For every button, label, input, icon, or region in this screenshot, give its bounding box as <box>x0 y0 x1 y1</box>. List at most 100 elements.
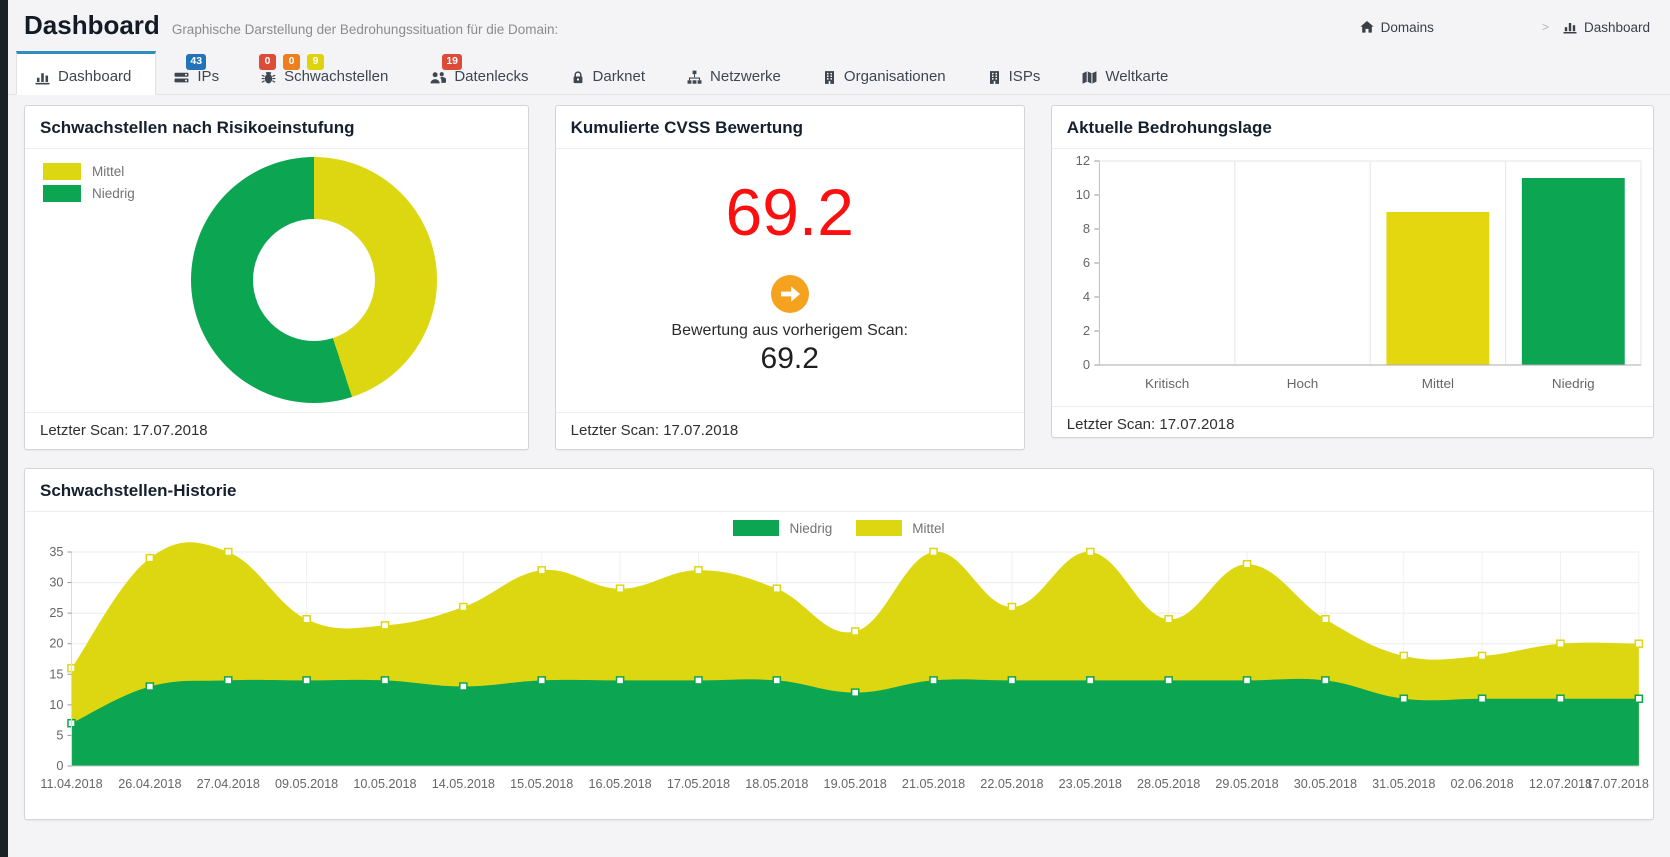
page-subtitle: Graphische Darstellung der Bedrohungssit… <box>172 22 558 37</box>
tab-label: Weltkarte <box>1105 68 1168 85</box>
svg-text:18.05.2018: 18.05.2018 <box>745 777 808 791</box>
svg-text:29.05.2018: 29.05.2018 <box>1215 777 1278 791</box>
svg-text:10.05.2018: 10.05.2018 <box>353 777 416 791</box>
svg-text:0: 0 <box>1083 357 1090 372</box>
legend-swatch-mittel <box>43 163 81 180</box>
building-icon <box>988 70 1001 85</box>
threat-bar-chart: 024681012KritischHochMittelNiedrig <box>1060 153 1647 401</box>
legend-swatch-niedrig <box>733 520 779 536</box>
svg-text:30: 30 <box>49 576 63 590</box>
card-history: Schwachstellen-Historie Niedrig Mittel 0… <box>24 468 1654 820</box>
tab-schwachstellen[interactable]: 0 0 9 Schwachstellen <box>243 51 412 94</box>
svg-text:27.04.2018: 27.04.2018 <box>197 777 260 791</box>
bug-icon <box>261 70 276 85</box>
previous-scan-score: 69.2 <box>761 342 819 376</box>
ips-count-badge: 43 <box>186 54 206 70</box>
cvss-score: 69.2 <box>725 179 853 245</box>
home-icon <box>1360 20 1374 34</box>
tab-label: Datenlecks <box>454 68 528 85</box>
history-legend: Niedrig Mittel <box>25 516 1653 540</box>
svg-text:Niedrig: Niedrig <box>1552 376 1595 391</box>
svg-text:16.05.2018: 16.05.2018 <box>588 777 651 791</box>
tab-label: Netzwerke <box>710 68 781 85</box>
svg-text:31.05.2018: 31.05.2018 <box>1372 777 1435 791</box>
tab-darknet[interactable]: Darknet <box>553 51 670 94</box>
tab-label: Organisationen <box>844 68 946 85</box>
tab-datenlecks[interactable]: 19 Datenlecks <box>412 51 552 94</box>
svg-text:2: 2 <box>1083 323 1090 338</box>
legend-item-niedrig[interactable]: Niedrig <box>733 520 832 536</box>
svg-text:10: 10 <box>1075 187 1089 202</box>
svg-text:25: 25 <box>49 606 63 620</box>
card-title: Schwachstellen nach Risikoeinstufung <box>25 106 528 149</box>
tab-ips[interactable]: 43 IPs <box>156 51 243 94</box>
collapsed-sidebar <box>0 0 8 857</box>
tab-dashboard[interactable]: Dashboard <box>16 51 156 95</box>
server-icon <box>174 70 189 85</box>
svg-text:Kritisch: Kritisch <box>1145 376 1189 391</box>
svg-text:30.05.2018: 30.05.2018 <box>1294 777 1357 791</box>
svg-text:14.05.2018: 14.05.2018 <box>432 777 495 791</box>
legend-item-mittel[interactable]: Mittel <box>856 520 944 536</box>
svg-text:12.07.2018: 12.07.2018 <box>1529 777 1592 791</box>
svg-text:0: 0 <box>56 759 63 773</box>
svg-text:02.06.2018: 02.06.2018 <box>1450 777 1513 791</box>
svg-text:5: 5 <box>56 728 63 742</box>
breadcrumb: Domains > Dashboard <box>1360 20 1650 35</box>
leaks-count-badge: 19 <box>442 54 462 70</box>
map-icon <box>1082 70 1097 85</box>
svg-text:8: 8 <box>1083 221 1090 236</box>
svg-text:09.05.2018: 09.05.2018 <box>275 777 338 791</box>
svg-text:17.05.2018: 17.05.2018 <box>667 777 730 791</box>
last-scan-text: Letzter Scan: 17.07.2018 <box>556 412 1024 449</box>
bar-chart-icon <box>35 70 50 85</box>
card-threat-level: Aktuelle Bedrohungslage 024681012Kritisc… <box>1051 105 1654 438</box>
card-title: Schwachstellen-Historie <box>25 469 1653 512</box>
breadcrumb-separator: > <box>1542 20 1549 34</box>
cards-row: Schwachstellen nach Risikoeinstufung Mit… <box>8 95 1670 450</box>
svg-text:19.05.2018: 19.05.2018 <box>824 777 887 791</box>
sitemap-icon <box>687 70 702 85</box>
breadcrumb-dashboard[interactable]: Dashboard <box>1563 20 1650 35</box>
card-risk-distribution: Schwachstellen nach Risikoeinstufung Mit… <box>24 105 529 450</box>
bar-chart-icon <box>1563 20 1577 34</box>
legend-label: Niedrig <box>789 521 832 536</box>
legend-label: Mittel <box>912 521 944 536</box>
tab-weltkarte[interactable]: Weltkarte <box>1064 51 1192 94</box>
tab-label: ISPs <box>1009 68 1041 85</box>
legend-item-mittel[interactable]: Mittel <box>43 163 135 180</box>
legend-item-niedrig[interactable]: Niedrig <box>43 185 135 202</box>
users-icon <box>430 70 446 85</box>
legend-label: Mittel <box>92 164 124 179</box>
critical-count-badge: 0 <box>259 54 276 70</box>
svg-text:6: 6 <box>1083 255 1090 270</box>
svg-text:23.05.2018: 23.05.2018 <box>1059 777 1122 791</box>
last-scan-text: Letzter Scan: 17.07.2018 <box>25 412 528 449</box>
card-title: Aktuelle Bedrohungslage <box>1052 106 1653 149</box>
legend-swatch-niedrig <box>43 185 81 202</box>
svg-text:10: 10 <box>49 698 63 712</box>
svg-text:Hoch: Hoch <box>1287 376 1318 391</box>
svg-text:11.04.2018: 11.04.2018 <box>40 777 102 791</box>
building-icon <box>823 70 836 85</box>
page-title: Dashboard <box>24 10 160 41</box>
svg-text:28.05.2018: 28.05.2018 <box>1137 777 1200 791</box>
lock-icon <box>571 70 585 85</box>
svg-text:17.07.2018: 17.07.2018 <box>1586 777 1649 791</box>
medium-count-badge: 9 <box>307 54 324 70</box>
svg-text:22.05.2018: 22.05.2018 <box>980 777 1043 791</box>
tab-organisationen[interactable]: Organisationen <box>805 51 970 94</box>
tab-isps[interactable]: ISPs <box>970 51 1065 94</box>
previous-scan-label: Bewertung aus vorherigem Scan: <box>671 322 908 340</box>
tab-label: IPs <box>197 68 219 85</box>
svg-text:15.05.2018: 15.05.2018 <box>510 777 573 791</box>
svg-text:21.05.2018: 21.05.2018 <box>902 777 965 791</box>
breadcrumb-label: Dashboard <box>1584 20 1650 35</box>
svg-text:Mittel: Mittel <box>1422 376 1454 391</box>
svg-text:15: 15 <box>49 667 63 681</box>
breadcrumb-domains[interactable]: Domains <box>1360 20 1434 35</box>
tab-netzwerke[interactable]: Netzwerke <box>669 51 805 94</box>
card-cvss: Kumulierte CVSS Bewertung 69.2 Bewertung… <box>555 105 1025 450</box>
svg-text:4: 4 <box>1083 289 1090 304</box>
arrow-right-icon <box>771 275 809 313</box>
